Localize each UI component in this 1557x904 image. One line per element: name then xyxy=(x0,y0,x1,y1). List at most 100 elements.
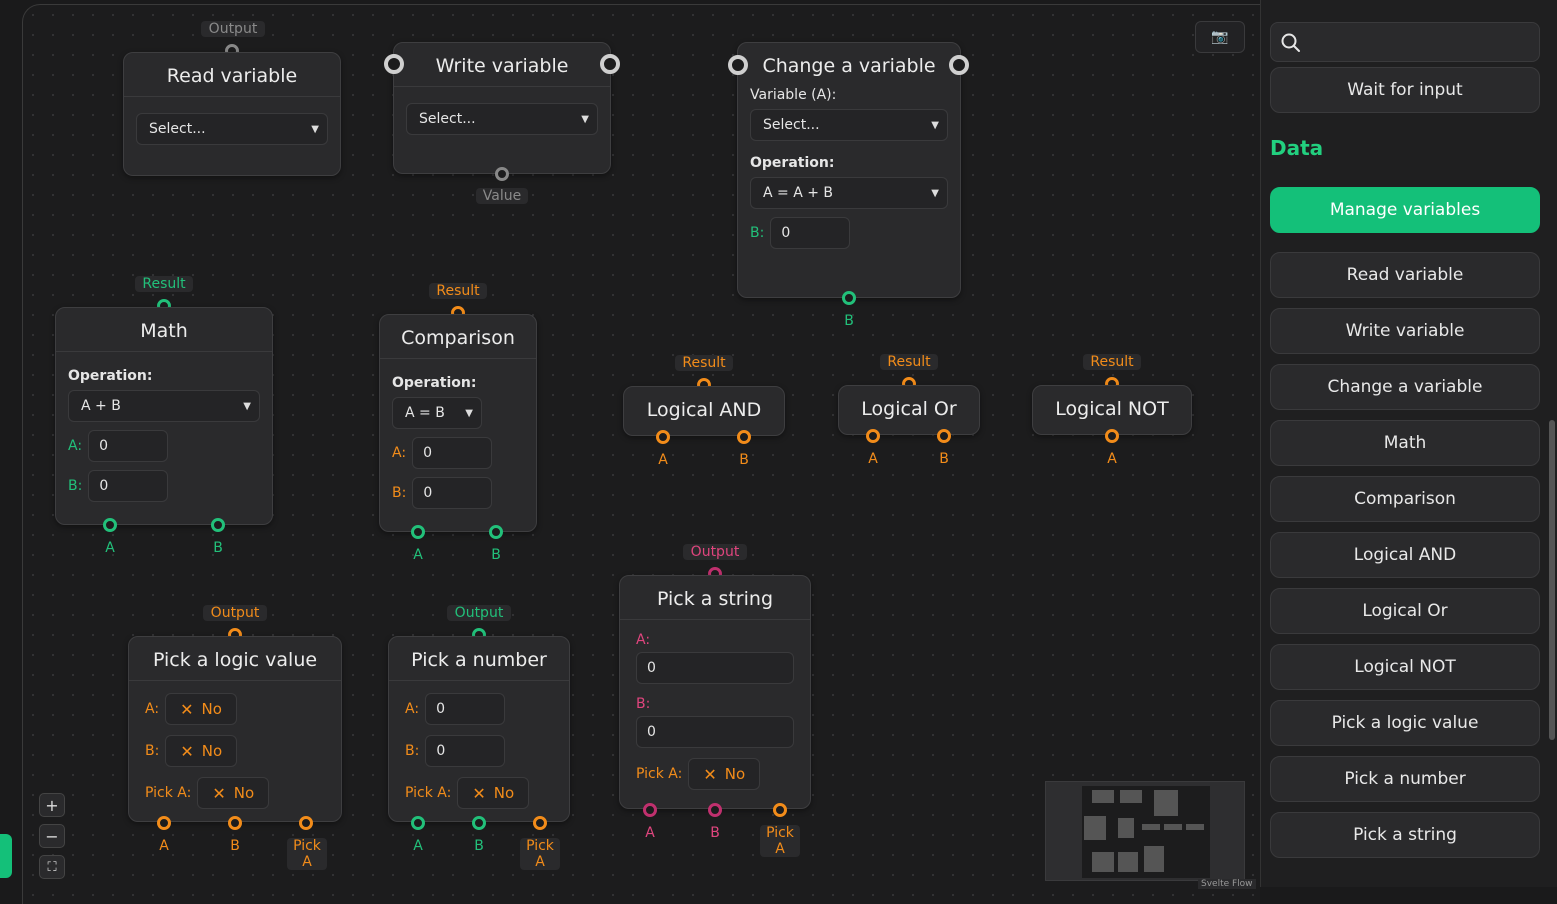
logical-and-b-label: B xyxy=(739,452,749,468)
logical-not-a-handle[interactable] xyxy=(1105,429,1119,443)
pick-string-a-handle[interactable] xyxy=(643,803,657,817)
write-variable-flow-out-handle[interactable] xyxy=(600,54,620,74)
logical-and-a-label: A xyxy=(658,452,668,468)
search-input[interactable] xyxy=(1270,22,1540,62)
comparison-b-handle[interactable] xyxy=(489,525,503,539)
write-variable-value-handle[interactable] xyxy=(495,167,509,181)
logical-or-result-label: Result xyxy=(880,354,938,370)
screenshot-button[interactable]: 📷 xyxy=(1195,21,1245,53)
b-input[interactable]: 0 xyxy=(770,217,851,249)
operation-select[interactable]: A = A + B ▼ xyxy=(750,177,948,209)
write-variable-node[interactable]: Write variable Select... ▼ xyxy=(393,42,611,174)
manage-variables-button[interactable]: Manage variables xyxy=(1270,187,1540,233)
change-variable-flow-in-handle[interactable] xyxy=(728,55,748,75)
palette-item-math[interactable]: Math xyxy=(1270,420,1540,466)
pick-number-b-label: B xyxy=(474,838,484,854)
node-title: Pick a string xyxy=(620,576,810,620)
palette-item-comparison[interactable]: Comparison xyxy=(1270,476,1540,522)
flow-canvas[interactable]: Output Read variable Select... ▼ Write va… xyxy=(22,4,1260,904)
pick-string-node[interactable]: Pick a string A: 0 B: 0 Pick A: ✕ No xyxy=(619,575,811,809)
b-label: B: xyxy=(750,225,765,241)
minimap-node xyxy=(1092,790,1114,803)
zoom-out-button[interactable]: − xyxy=(39,824,65,848)
pick-string-output-label: Output xyxy=(683,544,747,560)
comparison-a-handle-label: A xyxy=(413,547,423,563)
a-input[interactable]: 0 xyxy=(88,430,169,462)
pick-string-b-handle[interactable] xyxy=(708,803,722,817)
sidebar-scrollbar[interactable] xyxy=(1549,420,1555,740)
palette-item-pick-string[interactable]: Pick a string xyxy=(1270,812,1540,858)
comparison-node[interactable]: Comparison Operation: A = B ▼ A: 0 B: 0 xyxy=(379,314,537,532)
logical-and-node[interactable]: Logical AND xyxy=(623,386,785,436)
b-input[interactable]: 0 xyxy=(636,716,794,748)
pick-number-b-handle[interactable] xyxy=(472,816,486,830)
pick-logic-node[interactable]: Pick a logic value A: ✕ No B: ✕ No Pick A: ✕ N… xyxy=(128,636,342,822)
palette-item-logical-or[interactable]: Logical Or xyxy=(1270,588,1540,634)
pick-string-pick-label: Pick A xyxy=(760,825,800,857)
pick-toggle[interactable]: ✕ No xyxy=(457,777,530,809)
b-toggle[interactable]: ✕ No xyxy=(165,735,238,767)
palette-item-logical-and[interactable]: Logical AND xyxy=(1270,532,1540,578)
palette-item-logical-not[interactable]: Logical NOT xyxy=(1270,644,1540,690)
change-variable-b-handle[interactable] xyxy=(842,291,856,305)
operation-label: Operation: xyxy=(750,155,835,171)
b-label: B: xyxy=(145,743,160,759)
chevron-down-icon: ▼ xyxy=(311,123,319,135)
minimap-node xyxy=(1144,846,1164,872)
math-a-handle[interactable] xyxy=(103,518,117,532)
pick-toggle[interactable]: ✕ No xyxy=(197,777,270,809)
pick-string-b-label: B xyxy=(710,825,720,841)
pick-logic-a-handle[interactable] xyxy=(157,816,171,830)
logical-or-node[interactable]: Logical Or xyxy=(838,385,980,435)
search-icon xyxy=(1281,33,1300,52)
palette-item-read-variable[interactable]: Read variable xyxy=(1270,252,1540,298)
operation-select[interactable]: A + B ▼ xyxy=(68,390,260,422)
logical-and-a-handle[interactable] xyxy=(656,430,670,444)
b-input[interactable]: 0 xyxy=(425,735,506,767)
variable-select[interactable]: Select... ▼ xyxy=(136,113,328,145)
node-palette-sidebar: Wait for input Data Manage variables Rea… xyxy=(1260,0,1557,887)
operation-select[interactable]: A = B ▼ xyxy=(392,397,482,429)
minimap[interactable] xyxy=(1045,781,1245,881)
pick-number-node[interactable]: Pick a number A: 0 B: 0 Pick A: ✕ No xyxy=(388,636,570,822)
logical-not-node[interactable]: Logical NOT xyxy=(1032,385,1192,435)
logical-and-b-handle[interactable] xyxy=(737,430,751,444)
pick-logic-a-label: A xyxy=(159,838,169,854)
pick-logic-pick-handle[interactable] xyxy=(299,816,313,830)
read-variable-node[interactable]: Read variable Select... ▼ xyxy=(123,52,341,176)
zoom-in-button[interactable]: + xyxy=(39,793,65,817)
a-toggle[interactable]: ✕ No xyxy=(165,693,237,725)
a-input[interactable]: 0 xyxy=(636,652,794,684)
fit-view-button[interactable]: ⛶ xyxy=(39,855,65,879)
x-icon: ✕ xyxy=(472,783,486,803)
palette-item-change-variable[interactable]: Change a variable xyxy=(1270,364,1540,410)
a-input[interactable]: 0 xyxy=(425,693,506,725)
attribution[interactable]: Svelte Flow xyxy=(1198,879,1256,889)
comparison-result-label: Result xyxy=(429,283,487,299)
math-node[interactable]: Math Operation: A + B ▼ A: 0 B: 0 xyxy=(55,307,273,525)
write-variable-flow-in-handle[interactable] xyxy=(384,54,404,74)
a-input[interactable]: 0 xyxy=(412,437,493,469)
side-tab-button[interactable] xyxy=(0,834,12,878)
math-b-handle[interactable] xyxy=(211,518,225,532)
variable-select[interactable]: Select... ▼ xyxy=(406,103,598,135)
pick-label: Pick A: xyxy=(636,766,683,782)
palette-item-pick-logic-value[interactable]: Pick a logic value xyxy=(1270,700,1540,746)
logical-or-b-handle[interactable] xyxy=(937,429,951,443)
b-input[interactable]: 0 xyxy=(412,477,493,509)
change-variable-flow-out-handle[interactable] xyxy=(949,55,969,75)
b-input[interactable]: 0 xyxy=(88,470,169,502)
comparison-a-handle[interactable] xyxy=(411,525,425,539)
palette-item-pick-number[interactable]: Pick a number xyxy=(1270,756,1540,802)
palette-item-write-variable[interactable]: Write variable xyxy=(1270,308,1540,354)
variable-select[interactable]: Select... ▼ xyxy=(750,109,948,141)
pick-number-a-handle[interactable] xyxy=(411,816,425,830)
logical-or-a-handle[interactable] xyxy=(866,429,880,443)
pick-logic-b-handle[interactable] xyxy=(228,816,242,830)
pick-toggle[interactable]: ✕ No xyxy=(688,758,761,790)
node-title: Pick a logic value xyxy=(129,637,341,681)
palette-item-wait-for-input[interactable]: Wait for input xyxy=(1270,67,1540,113)
pick-string-pick-handle[interactable] xyxy=(773,803,787,817)
change-variable-node[interactable]: Change a variable Variable (A): Select..… xyxy=(737,42,961,298)
pick-number-pick-handle[interactable] xyxy=(533,816,547,830)
